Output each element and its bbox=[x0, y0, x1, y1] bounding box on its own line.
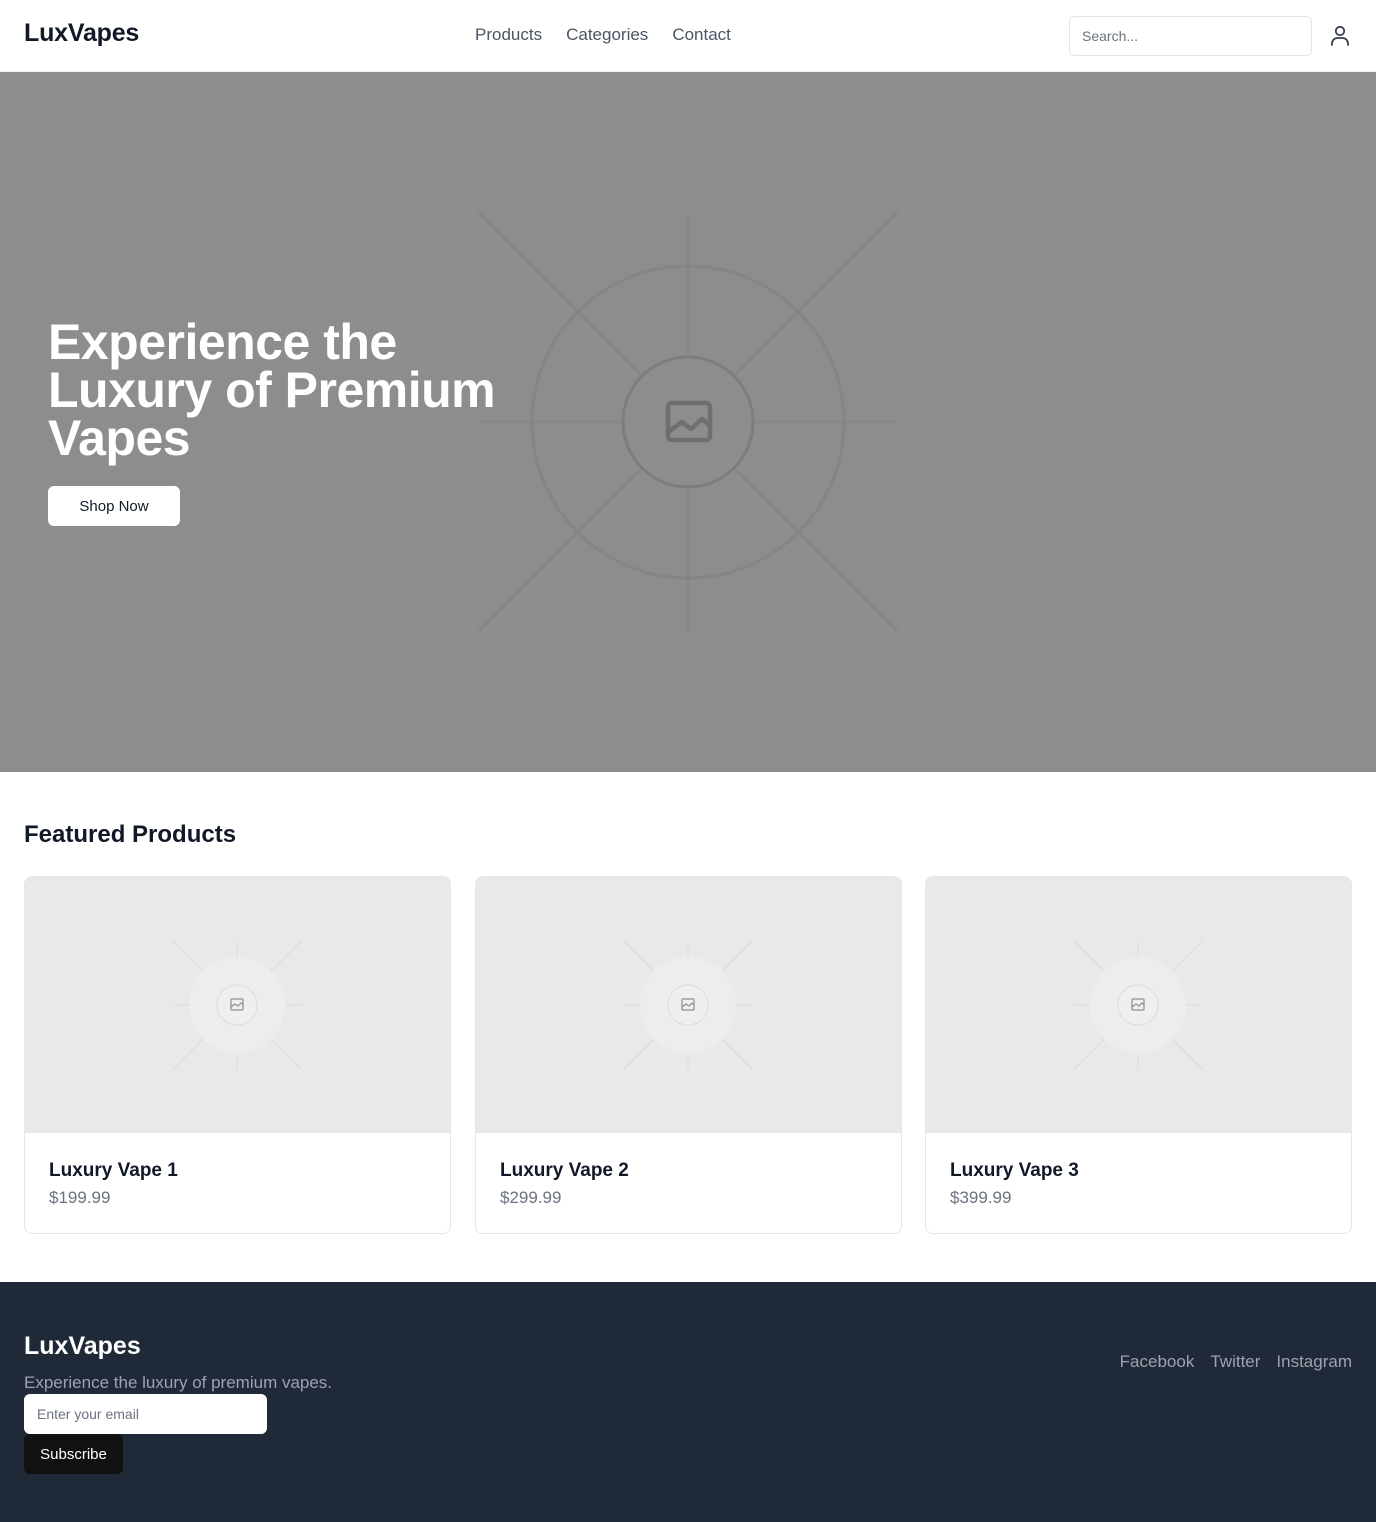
site-logo[interactable]: LuxVapes bbox=[24, 19, 139, 48]
social-links: Facebook Twitter Instagram bbox=[1120, 1352, 1352, 1372]
product-name[interactable]: Luxury Vape 2 bbox=[500, 1160, 629, 1182]
hero-title: Experience the Luxury of Premium Vapes bbox=[48, 314, 496, 466]
nav-categories[interactable]: Categories bbox=[566, 25, 648, 45]
product-image bbox=[926, 877, 1351, 1133]
featured-products-title: Featured Products bbox=[24, 821, 237, 848]
image-placeholder-icon bbox=[1074, 941, 1202, 1069]
product-name[interactable]: Luxury Vape 1 bbox=[49, 1160, 178, 1182]
product-price: $199.99 bbox=[49, 1188, 111, 1207]
site-header: LuxVapes Products Categories Contact bbox=[0, 0, 1376, 72]
shop-now-button[interactable]: Shop Now bbox=[48, 486, 180, 526]
image-placeholder-icon bbox=[624, 941, 752, 1069]
product-price: $299.99 bbox=[500, 1188, 562, 1207]
image-placeholder-icon bbox=[478, 212, 898, 632]
search-input[interactable] bbox=[1069, 16, 1312, 56]
email-field[interactable] bbox=[24, 1394, 267, 1434]
nav-products[interactable]: Products bbox=[475, 25, 542, 45]
facebook-link[interactable]: Facebook bbox=[1120, 1352, 1195, 1372]
product-name[interactable]: Luxury Vape 3 bbox=[950, 1160, 1079, 1182]
product-card[interactable]: Luxury Vape 1 $199.99 bbox=[24, 876, 451, 1234]
twitter-link[interactable]: Twitter bbox=[1210, 1352, 1260, 1372]
subscribe-button[interactable]: Subscribe bbox=[24, 1434, 123, 1474]
product-image bbox=[476, 877, 901, 1133]
product-image bbox=[25, 877, 450, 1133]
hero-banner: Experience the Luxury of Premium Vapes S… bbox=[0, 72, 1376, 772]
footer-logo: LuxVapes bbox=[24, 1332, 141, 1360]
site-footer: LuxVapes Experience the luxury of premiu… bbox=[0, 1282, 1376, 1522]
footer-tagline: Experience the luxury of premium vapes. bbox=[24, 1373, 333, 1392]
image-placeholder-icon bbox=[173, 941, 301, 1069]
main-nav: Products Categories Contact bbox=[475, 25, 731, 45]
user-icon[interactable] bbox=[1328, 24, 1352, 48]
instagram-link[interactable]: Instagram bbox=[1276, 1352, 1352, 1372]
nav-contact[interactable]: Contact bbox=[672, 25, 731, 45]
product-price: $399.99 bbox=[950, 1188, 1012, 1207]
product-card[interactable]: Luxury Vape 2 $299.99 bbox=[475, 876, 902, 1234]
product-card[interactable]: Luxury Vape 3 $399.99 bbox=[925, 876, 1352, 1234]
